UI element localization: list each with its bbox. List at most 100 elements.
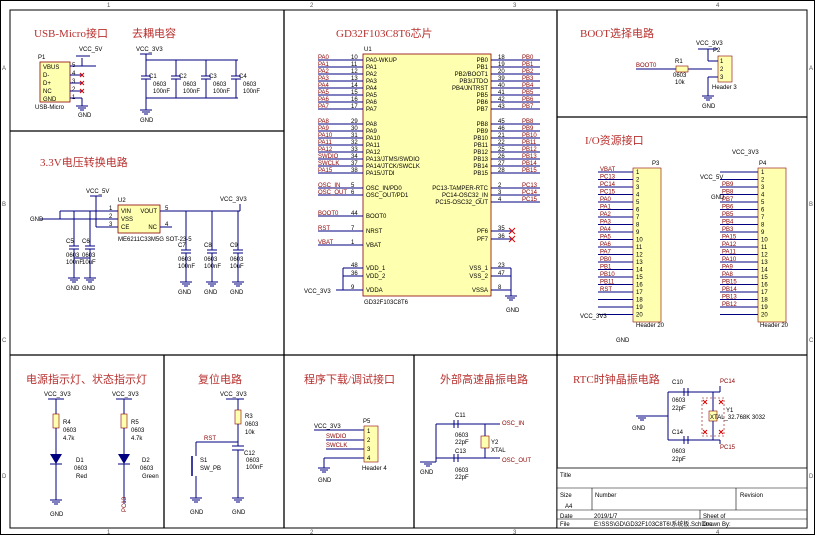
svg-text:VCC_3V3: VCC_3V3 [314, 424, 341, 430]
cap-val: 100nF [183, 89, 200, 95]
mcu-net-label: PB4 [522, 83, 534, 89]
svg-text:GND: GND [632, 426, 646, 432]
mcu-pin-num: 29 [351, 119, 358, 125]
cap-ref: C9 [230, 243, 238, 249]
cap-pkg: 0603 [204, 257, 218, 263]
mcu-pin-name: PB15 [473, 171, 488, 177]
mcu-pin-num: 10 [351, 55, 358, 61]
mcu-pin-num: 14 [351, 83, 358, 89]
header-pin-num: 15 [636, 275, 643, 281]
svg-text:0603: 0603 [245, 422, 259, 428]
frame-row-label: D [809, 474, 814, 480]
header-net-label: PC13 [600, 175, 616, 181]
mcu-net-label: PB7 [522, 104, 534, 110]
usb-part: USB-Micro [35, 105, 65, 111]
svg-text:0603: 0603 [672, 449, 686, 455]
mcu-net-label: PB2 [522, 69, 534, 75]
number-label: Number [595, 493, 616, 499]
mcu-pin-num: 45 [498, 119, 505, 125]
cap-pkg: 0603 [213, 82, 227, 88]
mcu-pin-name: PB3/JTDO [459, 79, 488, 85]
ldo-pin-name: VSS [121, 217, 133, 223]
p4-ref: P4 [759, 161, 767, 167]
header-net-label: PA2 [600, 212, 612, 218]
p4-gnd-label: GND [711, 195, 725, 201]
mcu-pin-num: 38 [351, 168, 358, 174]
boot-net: BOOT0 [636, 63, 657, 69]
p3-vcc-label: VCC_3V3 [580, 314, 607, 320]
svg-text:OSC_IN: OSC_IN [502, 421, 524, 427]
mcu-net-label: PA6 [318, 97, 330, 103]
svg-text:GND: GND [318, 478, 332, 484]
svg-text:RST: RST [204, 436, 216, 442]
mcu-net-label: PA9 [318, 126, 330, 132]
usb-pin-name: GND [43, 97, 57, 103]
frame-row-label: B [809, 202, 813, 208]
mcu-pin-num: 28 [498, 168, 505, 174]
header-net-label: PB1 [600, 265, 612, 271]
header-pin-num: 20 [761, 313, 768, 319]
header-net-label: PB13 [722, 295, 737, 301]
mcu-part: GD32F103C8T6 [364, 300, 409, 306]
mcu-gnd-label: GND [506, 308, 520, 314]
mcu-net-label: PB15 [522, 168, 537, 174]
svg-text:C11: C11 [455, 413, 466, 419]
mcu-net-label: RST [318, 226, 330, 232]
title-block: Title Size A4 Number Revision Date 2019/… [556, 467, 808, 529]
mcu-pin-num: 21 [498, 133, 505, 139]
mcu-net-label: PB1 [522, 62, 534, 68]
cap-pkg: 0603 [230, 257, 244, 263]
svg-text:XTAL: XTAL [491, 448, 506, 454]
mcu-pin-num: 43 [498, 104, 505, 110]
header-pin-num: 12 [761, 253, 768, 259]
mcu-pin-name: PA15/JTDI [366, 171, 395, 177]
mcu-pin-name: PB14 [473, 164, 488, 170]
mcu-pin-name: PB5 [477, 93, 489, 99]
svg-text:SWCLK: SWCLK [326, 443, 347, 449]
ldo-pin-name: VIN [121, 209, 131, 215]
mcu-pin-num: 26 [498, 154, 505, 160]
svg-text:Red: Red [76, 474, 87, 480]
cap-val: 100nF [243, 89, 260, 95]
mcu-pin-name: BOOT0 [366, 214, 387, 220]
cap-val: 100nF [66, 260, 83, 266]
mcu-pin-num: 40 [498, 83, 505, 89]
mcu-pin-name: PA2 [366, 72, 378, 78]
header-pin-num: 19 [636, 305, 643, 311]
header-net-label: PA4 [600, 227, 612, 233]
mcu-pin-num: 31 [351, 133, 358, 139]
mcu-pin-name: PA4 [366, 86, 378, 92]
size-value: A4 [565, 504, 573, 510]
svg-text:PC14: PC14 [720, 379, 736, 385]
svg-text:P5: P5 [363, 419, 371, 425]
size-label: Size [560, 493, 572, 499]
svg-text:C12: C12 [244, 451, 256, 457]
header-pin-num: 14 [761, 268, 768, 274]
mcu-pin-name: PC14-OSC32_IN [442, 193, 488, 199]
header-net-label: RST [600, 287, 612, 293]
header-pin-num: 11 [761, 245, 768, 251]
mcu-pin-name: PA8 [366, 122, 378, 128]
header-pin-num: 18 [636, 298, 643, 304]
mcu-net-label: BOOT0 [318, 211, 339, 217]
cap-val: 100nF [178, 264, 195, 270]
mcu-net-label: VBAT [318, 240, 334, 246]
cap-ref: C1 [149, 74, 157, 80]
header-pin-num: 14 [636, 268, 643, 274]
mcu-pin-name: PF7 [477, 237, 489, 243]
mcu-net-label: OSC_OUT [318, 190, 347, 196]
svg-text:0603: 0603 [246, 458, 260, 464]
svg-text:S1: S1 [200, 458, 208, 464]
usb-section-title: USB-Micro接口 [34, 27, 108, 40]
usb-pin-name: D- [43, 73, 49, 79]
header-net-label: PB3 [722, 227, 734, 233]
mcu-pin-name: PA5 [366, 93, 378, 99]
mcu-pin-num: 19 [498, 62, 505, 68]
header-pin-num: 17 [761, 290, 768, 296]
mcu-net-label: PA3 [318, 76, 330, 82]
svg-text:D2: D2 [142, 458, 150, 464]
mcu-pin-num: 46 [498, 126, 505, 132]
mcu-net-label: PA15 [318, 168, 333, 174]
mcu-net-label: PB8 [522, 119, 534, 125]
mcu-net-label: PC13 [522, 183, 538, 189]
